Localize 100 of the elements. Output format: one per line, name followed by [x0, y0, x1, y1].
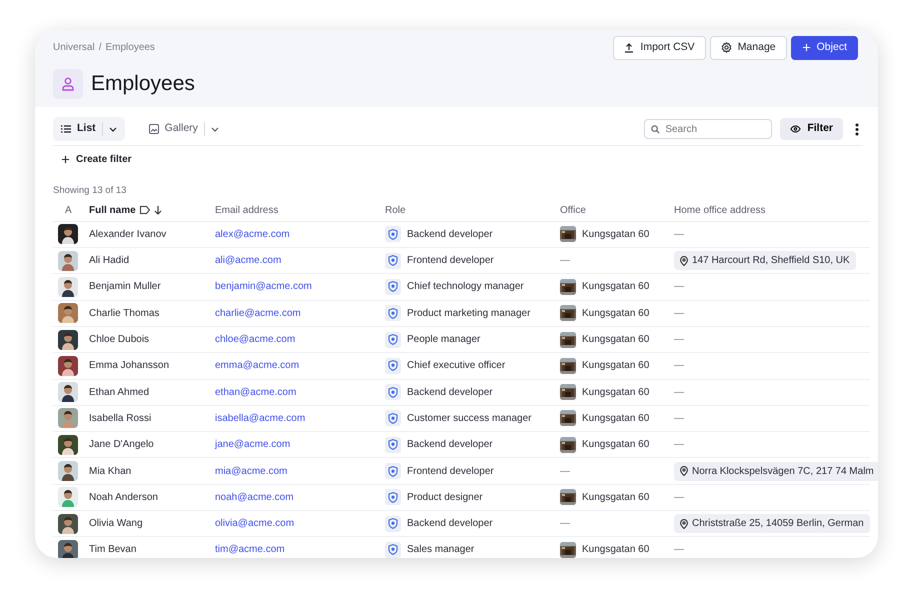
sort-arrow-icon[interactable] — [154, 206, 162, 215]
email-link[interactable]: emma@acme.com — [215, 358, 300, 374]
office-text: Kungsgatan 60 — [582, 543, 650, 558]
address-tag: 147 Harcourt Rd, Sheffield S10, UK — [674, 251, 856, 270]
address-tag: Christstraße 25, 14059 Berlin, German — [674, 514, 870, 534]
location-pin-icon — [680, 256, 688, 266]
empty-value: — — [560, 254, 570, 268]
empty-value: — — [674, 228, 684, 242]
result-count: Showing 13 of 13 — [53, 184, 128, 198]
breadcrumb-separator: / — [98, 41, 102, 55]
image-icon — [148, 124, 159, 134]
add-object-button[interactable]: Object — [790, 36, 858, 60]
shield-icon — [385, 305, 401, 322]
shield-icon — [385, 542, 401, 558]
shield-icon — [385, 226, 401, 242]
role-text: Backend developer — [407, 517, 493, 532]
email-link[interactable]: chloe@acme.com — [215, 332, 296, 348]
shield-icon — [385, 489, 401, 506]
shield-icon — [385, 332, 401, 348]
column-header[interactable]: Email address — [215, 202, 278, 218]
shield-icon — [385, 410, 401, 426]
name-text: Ethan Ahmed — [89, 386, 150, 400]
name-text: Noah Anderson — [89, 490, 158, 505]
email-link[interactable]: alex@acme.com — [215, 226, 290, 242]
eye-icon — [790, 125, 802, 134]
email-link[interactable]: benjamin@acme.com — [215, 279, 312, 294]
email-link[interactable]: isabella@acme.com — [215, 410, 306, 426]
name-text: Tim Bevan — [89, 543, 136, 558]
office-text: Kungsgatan 60 — [582, 438, 650, 452]
shield-icon — [385, 358, 401, 374]
view-tab[interactable]: List — [53, 117, 125, 141]
office-text: Kungsgatan 60 — [582, 386, 650, 400]
email-link[interactable]: mia@acme.com — [215, 464, 288, 479]
role-text: Backend developer — [407, 438, 493, 452]
office-text: Kungsgatan 60 — [582, 412, 650, 426]
role-text: Product marketing manager — [407, 306, 530, 321]
empty-value: — — [674, 359, 684, 374]
email-link[interactable]: ali@acme.com — [215, 253, 282, 268]
name-text: Benjamin Muller — [89, 280, 161, 294]
email-link[interactable]: ethan@acme.com — [215, 384, 296, 400]
office-text: Kungsgatan 60 — [582, 306, 650, 321]
office-text: Kungsgatan 60 — [582, 280, 650, 294]
page-title: Employees — [91, 70, 195, 97]
email-link[interactable]: jane@acme.com — [215, 437, 290, 452]
plus-icon — [61, 155, 70, 164]
shield-icon — [385, 463, 401, 480]
empty-value: — — [674, 412, 684, 426]
filter-button[interactable]: Filter — [780, 118, 843, 140]
role-text: Backend developer — [407, 228, 493, 242]
role-text: Sales manager — [407, 543, 474, 558]
name-text: Mia Khan — [89, 464, 132, 479]
column-header[interactable]: Full name — [89, 202, 136, 218]
empty-value: — — [674, 386, 684, 400]
name-text: Isabella Rossi — [89, 412, 152, 426]
role-text: Frontend developer — [407, 464, 494, 479]
name-text: Emma Johansson — [89, 359, 170, 374]
name-text: Alexander Ivanov — [89, 228, 166, 242]
list-icon — [61, 125, 71, 134]
office-text: Kungsgatan 60 — [582, 228, 650, 242]
name-text: Ali Hadid — [89, 254, 130, 268]
create-filter-button[interactable]: Create filter — [61, 152, 132, 167]
name-text: Chloe Dubois — [89, 333, 150, 348]
role-text: Chief executive officer — [407, 359, 506, 374]
person-icon — [53, 68, 83, 98]
location-pin-icon — [680, 466, 688, 476]
shield-icon — [385, 436, 401, 453]
search-field[interactable]: Search — [644, 119, 772, 140]
breadcrumb-link[interactable]: Employees — [105, 40, 155, 55]
empty-value: — — [560, 464, 570, 479]
email-link[interactable]: olivia@acme.com — [215, 516, 294, 532]
column-header[interactable]: Role — [385, 202, 406, 218]
role-text: People manager — [407, 333, 480, 348]
column-header[interactable]: Office — [560, 202, 586, 218]
manage-button[interactable]: Manage — [710, 36, 787, 60]
empty-value: — — [674, 306, 684, 321]
email-link[interactable]: charlie@acme.com — [215, 306, 301, 321]
more-icon[interactable] — [855, 122, 859, 136]
empty-value: — — [674, 490, 684, 505]
name-text: Olivia Wang — [89, 517, 143, 532]
settings-icon — [720, 42, 732, 54]
name-text: Charlie Thomas — [89, 306, 160, 321]
name-text: Jane D'Angelo — [89, 438, 154, 452]
role-text: Customer success manager — [407, 412, 532, 426]
column-header[interactable]: Home office address — [674, 202, 766, 218]
caret-icon[interactable] — [210, 126, 219, 132]
column-header[interactable]: A — [65, 202, 72, 218]
upload-icon — [624, 42, 634, 53]
breadcrumb-link[interactable]: Universal — [53, 40, 95, 55]
email-link[interactable]: noah@acme.com — [215, 490, 294, 505]
role-text: Product designer — [407, 490, 483, 505]
location-pin-icon — [680, 518, 688, 529]
view-tab[interactable]: Gallery — [140, 117, 227, 141]
shield-icon — [385, 252, 401, 269]
import-button[interactable]: Import CSV — [613, 36, 706, 60]
office-text: Kungsgatan 60 — [582, 490, 650, 505]
shield-icon — [385, 278, 401, 295]
empty-value: — — [560, 517, 570, 532]
caret-icon[interactable] — [108, 126, 117, 132]
email-link[interactable]: tim@acme.com — [215, 542, 285, 558]
empty-value: — — [674, 438, 684, 452]
